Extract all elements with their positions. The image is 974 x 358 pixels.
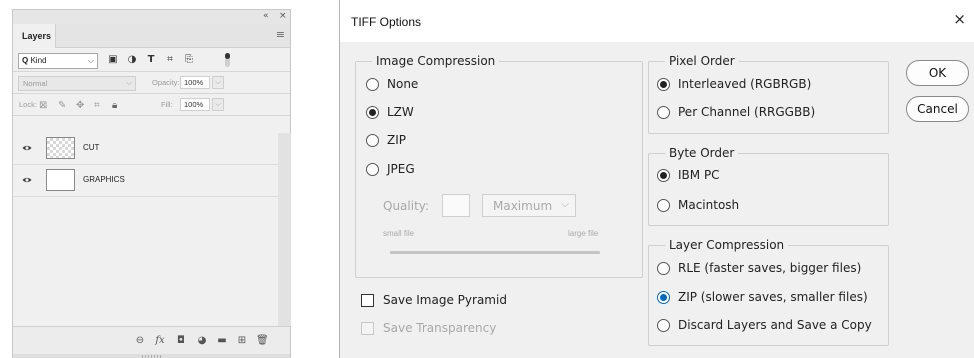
image-compression-group: Image Compression None LZW ZIP JPEG Qual… bbox=[355, 53, 643, 278]
filter-toggle-icon[interactable] bbox=[225, 53, 230, 67]
layer-compression-rle-radio[interactable]: RLE (faster saves, bigger files) bbox=[657, 261, 861, 275]
dialog-title-bar: TIFF Options × bbox=[340, 0, 974, 42]
byte-order-legend: Byte Order bbox=[665, 145, 739, 161]
byte-order-ibm-pc-radio[interactable]: IBM PC bbox=[657, 168, 720, 182]
layer-name: GRAPHICS bbox=[83, 175, 125, 184]
layer-compression-legend: Layer Compression bbox=[665, 237, 789, 253]
compression-none-radio[interactable]: None bbox=[366, 77, 418, 91]
layer-compression-discard-radio[interactable]: Discard Layers and Save a Copy bbox=[657, 318, 872, 332]
chevron-down-icon: ⌵ bbox=[126, 78, 132, 87]
layer-row-cut[interactable]: CUT bbox=[13, 133, 278, 165]
pixel-order-per-channel-radio[interactable]: Per Channel (RRGGBB) bbox=[657, 105, 815, 119]
lock-brush-icon[interactable]: ✎ bbox=[58, 100, 66, 111]
fx-icon[interactable]: fx bbox=[154, 335, 166, 347]
opacity-label: Opacity: bbox=[152, 78, 180, 87]
quality-preset-select[interactable]: Maximum ⌵ bbox=[482, 194, 576, 217]
image-compression-legend: Image Compression bbox=[372, 53, 500, 69]
new-layer-icon[interactable]: ⊞ bbox=[236, 335, 248, 347]
fill-label: Fill: bbox=[161, 100, 173, 109]
shape-filter-icon[interactable]: ⌗ bbox=[164, 54, 176, 66]
layer-list-scrollbar[interactable] bbox=[278, 133, 291, 326]
fill-chevron-icon[interactable]: ⌵ bbox=[212, 98, 224, 111]
layer-thumbnail bbox=[46, 169, 75, 191]
smart-object-filter-icon[interactable]: ⎘ bbox=[183, 54, 195, 66]
collapse-icon[interactable]: « bbox=[263, 11, 269, 21]
ok-button[interactable]: OK bbox=[906, 60, 969, 86]
lock-artboard-icon[interactable]: ⌗ bbox=[94, 100, 100, 111]
byte-order-macintosh-radio[interactable]: Macintosh bbox=[657, 198, 739, 212]
pixel-order-group: Pixel Order Interleaved (RGBRGB) Per Cha… bbox=[648, 53, 889, 134]
lock-label: Lock: bbox=[19, 100, 37, 109]
layers-bottom-toolbar: ⊖ fx ◘ ◕ ▬ ⊞ 🗑︎ bbox=[13, 326, 290, 354]
trash-icon[interactable]: 🗑︎ bbox=[256, 335, 269, 347]
blend-row: Normal ⌵ Opacity: 100% ⌵ bbox=[13, 72, 290, 94]
quality-preset-value: Maximum bbox=[493, 199, 553, 213]
lock-row: Lock: ⊠ ✎ ✥ ⌗ 🔒︎ Fill: 100% ⌵ bbox=[13, 94, 290, 116]
filter-kind-select[interactable]: Q Kind ⌵ bbox=[18, 53, 98, 69]
folder-icon[interactable]: ▬ bbox=[216, 335, 228, 347]
layer-name: CUT bbox=[83, 143, 100, 152]
quality-input[interactable] bbox=[442, 194, 470, 217]
eye-icon[interactable] bbox=[22, 143, 32, 153]
tab-layers[interactable]: Layers bbox=[13, 24, 56, 48]
pixel-order-interleaved-radio[interactable]: Interleaved (RGBRGB) bbox=[657, 77, 811, 91]
layer-list: CUT GRAPHICS bbox=[13, 133, 278, 326]
blend-mode-value: Normal bbox=[23, 79, 48, 88]
layers-panel: « × Layers ≡ Q Kind ⌵ ▣ ◑ T ⌗ ⎘ Normal ⌵… bbox=[12, 9, 291, 358]
panel-resize-grip[interactable] bbox=[13, 354, 290, 358]
quality-label: Quality: bbox=[383, 199, 430, 213]
lock-transparent-icon[interactable]: ⊠ bbox=[39, 100, 47, 111]
compression-zip-radio[interactable]: ZIP bbox=[366, 133, 406, 147]
filter-kind-label: Kind bbox=[30, 56, 47, 65]
small-file-label: small file bbox=[383, 229, 415, 238]
lock-position-icon[interactable]: ✥ bbox=[76, 100, 84, 111]
chevron-down-icon: ⌵ bbox=[87, 56, 94, 65]
quality-slider[interactable] bbox=[390, 251, 600, 254]
save-image-pyramid-checkbox[interactable]: Save Image Pyramid bbox=[361, 293, 507, 307]
link-icon[interactable]: ⊖ bbox=[134, 335, 146, 347]
type-filter-icon[interactable]: T bbox=[145, 54, 157, 66]
eye-icon[interactable] bbox=[22, 175, 32, 185]
blend-mode-select[interactable]: Normal ⌵ bbox=[18, 76, 136, 91]
close-icon[interactable]: × bbox=[953, 10, 966, 28]
compression-lzw-radio[interactable]: LZW bbox=[366, 105, 414, 119]
pixel-order-legend: Pixel Order bbox=[665, 53, 739, 69]
dialog-title: TIFF Options bbox=[351, 15, 422, 29]
byte-order-group: Byte Order IBM PC Macintosh bbox=[648, 145, 889, 226]
compression-jpeg-radio[interactable]: JPEG bbox=[366, 162, 415, 176]
fill-input[interactable]: 100% bbox=[180, 98, 210, 111]
save-transparency-checkbox[interactable]: Save Transparency bbox=[361, 321, 496, 335]
lock-all-icon[interactable]: 🔒︎ bbox=[112, 100, 117, 111]
layer-compression-zip-radio[interactable]: ZIP (slower saves, smaller files) bbox=[657, 290, 868, 304]
panel-tab-row: Layers ≡ bbox=[13, 24, 290, 48]
opacity-chevron-icon[interactable]: ⌵ bbox=[212, 76, 224, 89]
large-file-label: large file bbox=[568, 229, 599, 238]
adjustment-icon[interactable]: ◕ bbox=[196, 335, 208, 347]
adjustment-filter-icon[interactable]: ◑ bbox=[126, 54, 138, 66]
layer-compression-group: Layer Compression RLE (faster saves, big… bbox=[648, 237, 889, 346]
cancel-button[interactable]: Cancel bbox=[906, 96, 969, 122]
pixel-filter-icon[interactable]: ▣ bbox=[107, 54, 119, 66]
panel-menu-icon[interactable]: ≡ bbox=[276, 28, 285, 41]
chevron-down-icon: ⌵ bbox=[561, 199, 569, 210]
mask-icon[interactable]: ◘ bbox=[175, 335, 187, 347]
layer-filter-row: Q Kind ⌵ ▣ ◑ T ⌗ ⎘ bbox=[13, 48, 290, 72]
opacity-input[interactable]: 100% bbox=[180, 76, 210, 89]
panel-title-bar: « × bbox=[13, 10, 290, 24]
layer-thumbnail bbox=[46, 137, 75, 159]
layer-row-graphics[interactable]: GRAPHICS bbox=[13, 165, 278, 197]
close-panel-icon[interactable]: × bbox=[279, 11, 287, 21]
tiff-options-dialog: TIFF Options × Image Compression None LZ… bbox=[339, 0, 974, 358]
